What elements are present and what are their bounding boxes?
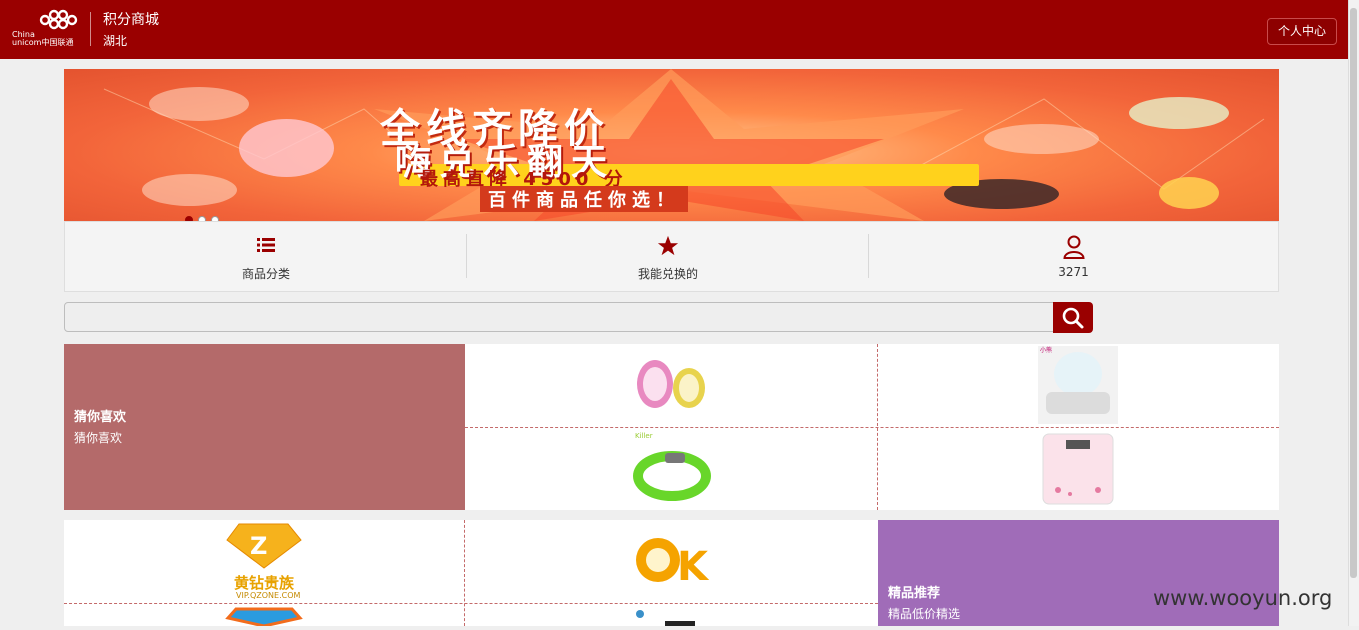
banner-product-device [1159, 177, 1219, 209]
nav-category[interactable]: 商品分类 [65, 222, 467, 291]
points-balance: 3271 [1058, 265, 1089, 279]
header-divider [90, 12, 91, 46]
body-scale-image [1042, 433, 1114, 505]
banner-tagline: 百件商品任你选！ [480, 186, 688, 212]
nav-redeemable[interactable]: 我能兑换的 [467, 222, 869, 291]
svg-text:Z: Z [250, 532, 267, 560]
product-grid-1: 小熊 Killer [465, 344, 1279, 510]
scrollbar-thumb[interactable] [1350, 8, 1357, 578]
region-label[interactable]: 湖北 [103, 32, 127, 49]
search-icon [1062, 307, 1084, 329]
top-header: China unicom中国联通 积分商城 湖北 个人中心 [0, 0, 1348, 59]
banner-product-iron [984, 124, 1099, 154]
guess-you-like-panel[interactable]: 猜你喜欢 猜你喜欢 [64, 344, 465, 510]
search-input[interactable] [64, 302, 1054, 332]
neck-fan-image: Killer [633, 432, 711, 501]
search-button[interactable] [1053, 302, 1093, 333]
app-title: 积分商城 [103, 12, 159, 28]
user-icon [1062, 235, 1085, 259]
guess-title: 猜你喜欢 [74, 410, 127, 425]
banner-product-steamer [1129, 97, 1229, 129]
brand-small: Killer [635, 432, 653, 440]
premium-subtitle: 精品低价精选 [888, 607, 961, 621]
premium-picks-panel[interactable]: 精品推荐 精品低价精选 [878, 520, 1279, 626]
banner-product-organizer [142, 174, 237, 206]
banner-product-hairdryer [149, 87, 249, 121]
gadget-image [636, 610, 695, 626]
banner-product-toaster [239, 119, 334, 177]
list-icon [257, 238, 275, 252]
blue-diamond-logo [225, 607, 303, 628]
product-body-scale[interactable] [878, 428, 1279, 510]
product-gadget[interactable] [465, 604, 878, 626]
brand-text: China unicom中国联通 [12, 31, 73, 47]
star-icon [657, 235, 679, 256]
svg-text:K: K [677, 544, 710, 590]
svg-text:小熊: 小熊 [1040, 346, 1052, 354]
yellow-diamond-url: VIP.QZONE.COM [236, 591, 301, 600]
ice-cream-maker-image: 小熊 [1038, 346, 1118, 424]
product-ice-cream-maker[interactable]: 小熊 [878, 344, 1279, 427]
guess-subtitle: 猜你喜欢 [74, 431, 123, 445]
product-mini-fan[interactable] [465, 344, 877, 427]
ok-fan-image: K [636, 538, 710, 590]
nav-category-label: 商品分类 [241, 267, 290, 281]
yellow-diamond-text: 黄钻贵族 [234, 574, 295, 592]
product-yellow-diamond[interactable]: Z 黄钻贵族 VIP.QZONE.COM [64, 520, 464, 603]
watermark: www.wooyun.org [1153, 586, 1333, 610]
user-center-button[interactable]: 个人中心 [1267, 18, 1338, 45]
nav-redeemable-label: 我能兑换的 [637, 267, 698, 281]
product-blue-diamond[interactable] [64, 604, 464, 628]
nav-points[interactable]: 3271 [869, 222, 1278, 291]
brand-line2: unicom中国联通 [12, 38, 74, 47]
product-grid-2: Z 黄钻贵族 VIP.QZONE.COM K [64, 520, 878, 628]
premium-title: 精品推荐 [888, 586, 941, 601]
product-ok-fan[interactable]: K [465, 520, 878, 603]
mini-fan-image [637, 360, 705, 408]
product-neck-fan[interactable]: Killer [465, 428, 877, 510]
quick-nav: 商品分类 我能兑换的 3271 [64, 221, 1279, 292]
